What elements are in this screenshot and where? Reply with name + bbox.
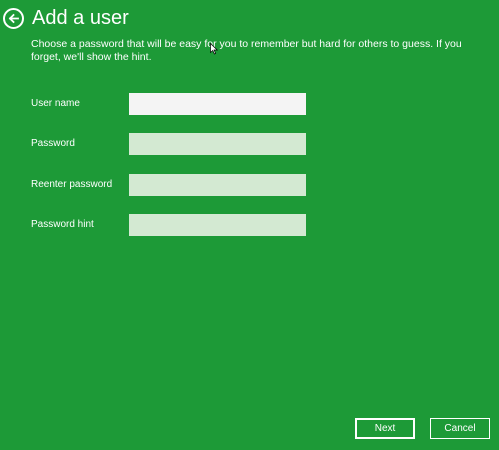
password-hint-label: Password hint [31, 219, 94, 230]
cancel-button[interactable]: Cancel [430, 418, 490, 439]
password-label: Password [31, 138, 75, 149]
page-title: Add a user [32, 7, 129, 29]
reenter-password-input[interactable] [129, 174, 306, 196]
user-name-label: User name [31, 98, 80, 109]
form-row-reenter-password: Reenter password [31, 174, 306, 196]
back-button[interactable] [3, 8, 24, 29]
page-description: Choose a password that will be easy for … [31, 38, 462, 63]
form-row-user-name: User name [31, 93, 306, 115]
add-user-page: Add a user Choose a password that will b… [0, 0, 499, 450]
password-input[interactable] [129, 133, 306, 155]
back-arrow-icon [8, 13, 19, 24]
mouse-pointer-icon [210, 43, 218, 55]
reenter-password-label: Reenter password [31, 179, 113, 190]
form-row-password-hint: Password hint [31, 214, 306, 236]
form-row-password: Password [31, 133, 306, 155]
next-button[interactable]: Next [355, 418, 415, 439]
user-name-input[interactable] [129, 93, 306, 115]
password-hint-input[interactable] [129, 214, 306, 236]
